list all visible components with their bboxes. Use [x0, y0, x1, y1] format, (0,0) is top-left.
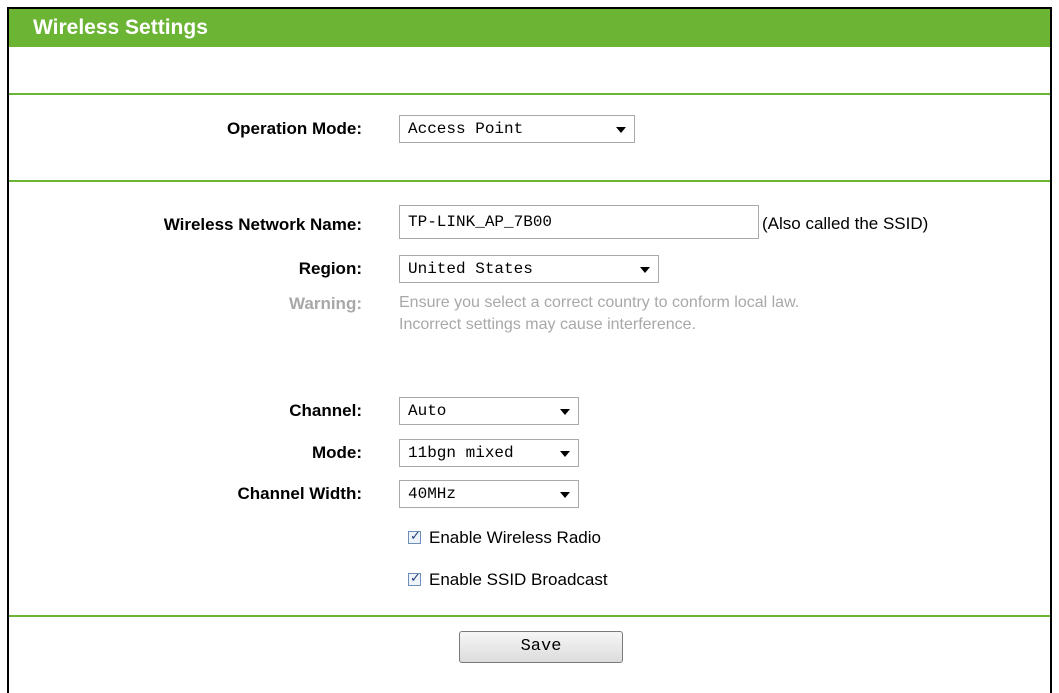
channel-label: Channel: — [289, 401, 362, 420]
wireless-network-name-label: Wireless Network Name: — [163, 215, 362, 234]
enable-ssid-broadcast-row: ✓ Enable SSID Broadcast — [408, 570, 608, 590]
channel-select[interactable]: Auto — [399, 397, 579, 425]
channel-value: Auto — [408, 402, 447, 420]
section-divider — [9, 615, 1050, 617]
chevron-down-icon — [560, 492, 570, 498]
region-select[interactable]: United States — [399, 255, 659, 283]
mode-value: 11bgn mixed — [408, 444, 514, 462]
enable-wireless-radio-label: Enable Wireless Radio — [429, 528, 601, 547]
ssid-input[interactable]: TP-LINK_AP_7B00 — [399, 205, 759, 239]
section-divider — [9, 93, 1050, 95]
channel-width-label: Channel Width: — [237, 484, 363, 503]
mode-label: Mode: — [311, 443, 362, 462]
wireless-settings-panel: Wireless Settings Operation Mode: Access… — [7, 7, 1052, 693]
ssid-note: (Also called the SSID) — [762, 214, 929, 233]
enable-wireless-radio-row: ✓ Enable Wireless Radio — [408, 528, 601, 548]
section-divider — [9, 180, 1050, 182]
warning-line: Ensure you select a correct country to c… — [399, 294, 800, 311]
region-value: United States — [408, 260, 533, 278]
chevron-down-icon — [560, 451, 570, 457]
warning-message: Ensure you select a correct country to c… — [399, 292, 799, 336]
chevron-down-icon — [560, 409, 570, 415]
page-title: Wireless Settings — [9, 9, 1050, 47]
channel-width-value: 40MHz — [408, 485, 457, 503]
warning-label: Warning: — [288, 294, 362, 313]
operation-mode-value: Access Point — [408, 120, 524, 138]
checkmark-icon: ✓ — [410, 570, 421, 585]
checkmark-icon: ✓ — [410, 528, 421, 543]
enable-wireless-radio-checkbox[interactable]: ✓ — [408, 528, 421, 544]
operation-mode-label: Operation Mode: — [226, 119, 362, 138]
operation-mode-select[interactable]: Access Point — [399, 115, 635, 143]
region-label: Region: — [298, 259, 362, 278]
save-button[interactable]: Save — [459, 631, 623, 663]
mode-select[interactable]: 11bgn mixed — [399, 439, 579, 467]
warning-line: Incorrect settings may cause interferenc… — [399, 316, 697, 333]
chevron-down-icon — [616, 127, 626, 133]
enable-ssid-broadcast-label: Enable SSID Broadcast — [429, 570, 608, 589]
channel-width-select[interactable]: 40MHz — [399, 480, 579, 508]
enable-ssid-broadcast-checkbox[interactable]: ✓ — [408, 570, 421, 586]
chevron-down-icon — [640, 267, 650, 273]
